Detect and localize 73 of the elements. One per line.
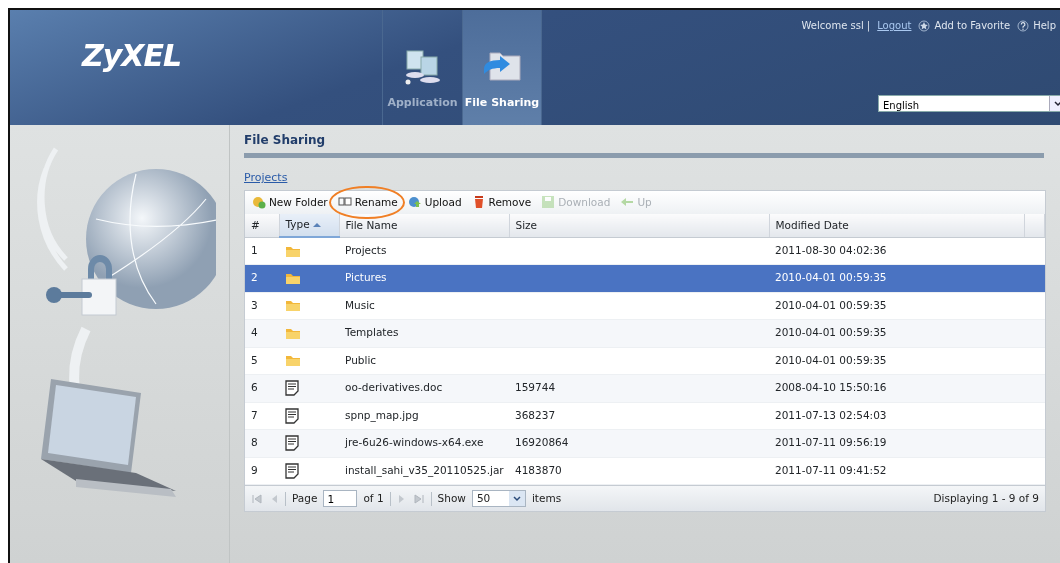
row-number: 1 (245, 237, 279, 265)
folder-icon (285, 299, 301, 313)
sort-ascending-icon (312, 222, 321, 229)
toolbar-button[interactable]: New Folder (251, 194, 329, 211)
zyxel-logo: ZyXEL (82, 38, 183, 75)
modified-date: 2011-07-11 09:41:52 (769, 457, 1024, 485)
toolbar-button[interactable]: Remove (470, 194, 533, 211)
file-size: 16920864 (509, 429, 769, 457)
file-name: spnp_map.jpg (339, 402, 509, 430)
file-size: 4183870 (509, 457, 769, 485)
chevron-down-icon (512, 495, 521, 502)
page-number-field[interactable]: 1 (323, 490, 358, 507)
row-number: 9 (245, 457, 279, 485)
modified-date: 2011-07-11 09:56:19 (769, 429, 1024, 457)
column-header[interactable]: # (245, 214, 279, 237)
column-header[interactable]: Size (509, 214, 769, 237)
displaying-text: Displaying 1 - 9 of 9 (933, 490, 1039, 506)
modified-date: 2010-04-01 00:59:35 (769, 292, 1024, 320)
modified-date: 2010-04-01 00:59:35 (769, 347, 1024, 375)
row-number: 7 (245, 402, 279, 430)
toolbar-button[interactable]: Upload (406, 194, 463, 211)
page-size-select[interactable]: 50 (471, 490, 526, 507)
page-count-text: of 1 (363, 490, 384, 506)
logout-link[interactable]: Logout (877, 18, 912, 33)
welcome-text: Welcome ssl | (801, 19, 871, 33)
folder-icon (285, 244, 301, 258)
new-folder-icon (252, 195, 266, 210)
page-label: Page (292, 490, 318, 506)
document-icon (285, 380, 299, 397)
nav-tab[interactable]: File Sharing (462, 10, 542, 125)
modified-date: 2010-04-01 00:59:35 (769, 319, 1024, 347)
column-header[interactable]: File Name (339, 214, 509, 237)
file-name: Projects (339, 237, 509, 265)
document-icon (285, 462, 299, 479)
row-number: 4 (245, 319, 279, 347)
folder-icon (285, 354, 301, 368)
folder-icon (285, 326, 301, 340)
language-select[interactable]: English (878, 95, 1060, 112)
help-link[interactable]: Help (1033, 18, 1056, 33)
file-size: 159744 (509, 374, 769, 402)
add-to-favorite-link[interactable]: Add to Favorite (934, 18, 1011, 33)
file-name: Templates (339, 319, 509, 347)
file-name: oo-derivatives.doc (339, 374, 509, 402)
file-name: Pictures (339, 264, 509, 292)
modified-date: 2010-04-01 00:59:35 (769, 264, 1024, 292)
row-number: 2 (245, 264, 279, 292)
file-name: Public (339, 347, 509, 375)
last-page-icon[interactable] (412, 492, 425, 505)
first-page-icon[interactable] (251, 492, 263, 505)
file-name: install_sahi_v35_20110525.jar (339, 457, 509, 485)
row-number: 3 (245, 292, 279, 320)
help-icon (1017, 19, 1030, 32)
folder-icon (285, 271, 301, 285)
column-header[interactable]: Type (279, 214, 339, 237)
file-name: jre-6u26-windows-x64.exe (339, 429, 509, 457)
star-icon (918, 19, 931, 32)
section-title: File Sharing (244, 131, 1044, 158)
row-number: 5 (245, 347, 279, 375)
row-number: 6 (245, 374, 279, 402)
breadcrumb-link[interactable]: Projects (244, 170, 288, 187)
column-header[interactable]: Modified Date (769, 214, 1024, 237)
chevron-down-icon (1053, 100, 1060, 107)
file-name: Music (339, 292, 509, 320)
modified-date: 2011-07-13 02:54:03 (769, 402, 1024, 430)
document-icon (285, 407, 299, 424)
modified-date: 2008-04-10 15:50:16 (769, 374, 1024, 402)
modified-date: 2011-08-30 04:02:36 (769, 237, 1024, 265)
row-number: 8 (245, 429, 279, 457)
show-label: Show (437, 490, 466, 506)
document-icon (285, 435, 299, 452)
items-label: items (531, 490, 562, 506)
file-size: 368237 (509, 402, 769, 430)
toolbar-button[interactable]: Rename (336, 194, 399, 211)
